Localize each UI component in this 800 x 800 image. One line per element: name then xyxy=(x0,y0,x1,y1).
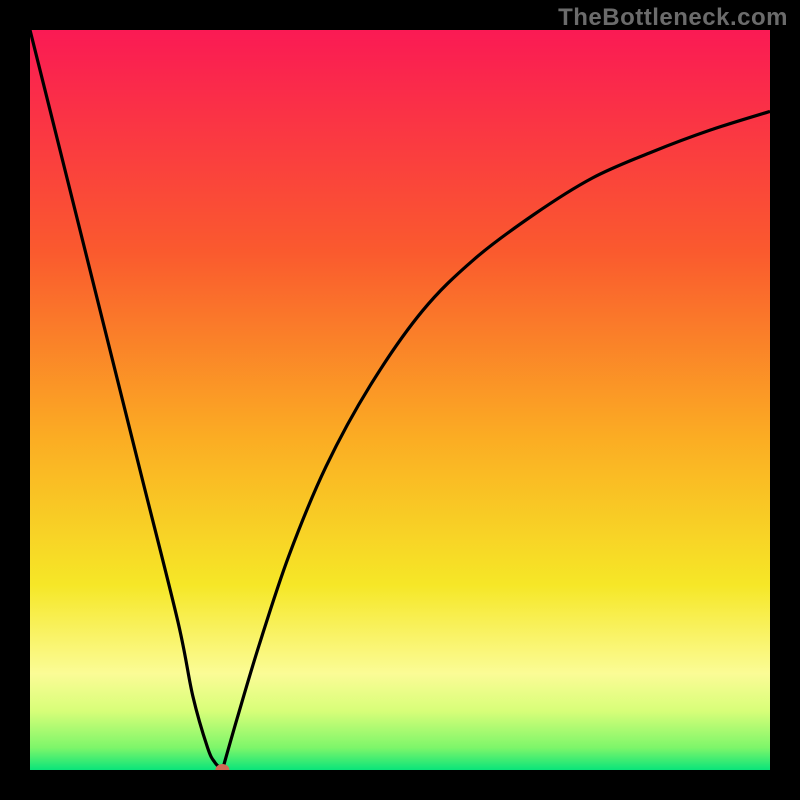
chart-svg xyxy=(30,30,770,770)
gradient-background xyxy=(30,30,770,770)
plot-area xyxy=(30,30,770,770)
watermark-text: TheBottleneck.com xyxy=(558,4,788,32)
chart-frame: TheBottleneck.com xyxy=(0,0,800,800)
